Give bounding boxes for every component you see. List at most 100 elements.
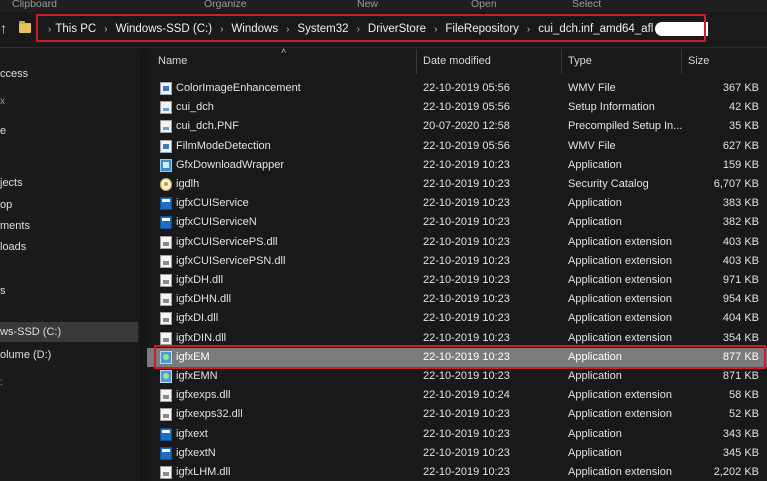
pnf-file-icon <box>160 120 172 134</box>
file-name: cui_dch <box>176 101 214 114</box>
nav-item[interactable]: ws-SSD (C:) <box>0 322 138 342</box>
column-header-size[interactable]: Size <box>682 49 767 74</box>
pane-splitter[interactable] <box>140 49 147 481</box>
address-highlight-box <box>36 14 706 42</box>
dll-file-icon <box>160 312 172 326</box>
dll-file-icon <box>160 235 172 249</box>
file-date: 22-10-2019 05:56 <box>423 139 510 152</box>
setup-info-icon <box>160 101 172 115</box>
file-name: igfxDHN.dll <box>176 293 232 306</box>
file-type: Precompiled Setup In... <box>568 120 683 133</box>
file-type: Application extension <box>568 293 672 306</box>
file-name: igfxLHM.dll <box>176 466 231 478</box>
nav-item[interactable]: op <box>0 195 138 215</box>
file-size: 343 KB <box>722 427 759 440</box>
table-row[interactable]: ColorImageEnhancement 22-10-2019 05:56 WMV… <box>147 79 767 98</box>
file-size: 367 KB <box>722 82 759 94</box>
table-row[interactable]: cui_dch.PNF 20-07-2020 12:58 Precompiled S… <box>147 117 767 136</box>
file-type: Application extension <box>568 389 672 402</box>
table-row[interactable]: igfxextN 22-10-2019 10:23 Application 345 K… <box>147 444 767 463</box>
file-name: GfxDownloadWrapper <box>176 158 285 171</box>
nav-item[interactable] <box>0 261 138 281</box>
file-name: cui_dch.PNF <box>176 120 239 133</box>
file-type: Application <box>568 427 622 440</box>
file-type: Application extension <box>568 254 672 267</box>
file-date: 20-07-2020 12:58 <box>423 120 510 133</box>
nav-item[interactable] <box>0 149 138 169</box>
table-row[interactable]: igfxexps.dll 22-10-2019 10:24 Application … <box>147 386 767 405</box>
dll-file-icon <box>160 254 172 268</box>
address-bar-dropdown-area[interactable] <box>708 17 767 41</box>
file-name: igfxEMN <box>176 370 218 382</box>
nav-item[interactable]: loads <box>0 237 138 257</box>
file-size: 403 KB <box>722 254 759 267</box>
file-name: igfxDI.dll <box>176 312 219 325</box>
file-type: Application extension <box>568 408 672 421</box>
table-row[interactable]: igfxLHM.dll 22-10-2019 10:23 Application e… <box>147 463 767 481</box>
file-name: igfxCUIServicePSN.dll <box>176 254 286 267</box>
file-type: Application extension <box>568 274 672 286</box>
table-row[interactable]: igfxDI.dll 22-10-2019 10:23 Application ex… <box>147 309 767 328</box>
file-type: Application <box>568 158 622 171</box>
column-header-date[interactable]: Date modified <box>417 49 562 74</box>
file-date: 22-10-2019 10:24 <box>423 389 510 402</box>
table-row[interactable]: igfxCUIServicePSN.dll 22-10-2019 10:23 App… <box>147 252 767 271</box>
nav-item[interactable]: ments <box>0 216 138 236</box>
table-row[interactable]: igfxDH.dll 22-10-2019 10:23 Application ex… <box>147 271 767 290</box>
file-size: 871 KB <box>722 370 759 382</box>
up-arrow-icon[interactable]: ↑ <box>0 20 12 36</box>
file-name: ColorImageEnhancement <box>176 82 301 94</box>
file-name: igfxCUIServiceN <box>176 216 257 229</box>
file-name: FilmModeDetection <box>176 139 271 152</box>
application-icon <box>160 216 172 230</box>
file-date: 22-10-2019 10:23 <box>423 312 510 325</box>
file-date: 22-10-2019 05:56 <box>423 101 510 114</box>
nav-item[interactable]: : <box>0 373 138 393</box>
dll-file-icon <box>160 293 172 307</box>
table-row[interactable]: igfxexps32.dll 22-10-2019 10:23 Applicatio… <box>147 405 767 424</box>
file-type: WMV File <box>568 139 616 152</box>
file-name: igfxexps.dll <box>176 389 231 402</box>
dll-file-icon <box>160 408 172 422</box>
dll-file-icon <box>160 466 172 479</box>
ribbon-group-new: New <box>357 0 379 10</box>
wmv-file-icon <box>160 139 172 153</box>
nav-item[interactable]: e <box>0 121 138 141</box>
table-row[interactable]: igfxext 22-10-2019 10:23 Application 343 KB <box>147 425 767 444</box>
file-type: Application <box>568 446 622 459</box>
table-row[interactable]: igfxCUIService 22-10-2019 10:23 Applicatio… <box>147 194 767 213</box>
table-row[interactable]: igfxEMN 22-10-2019 10:23 Application 871 KB <box>147 367 767 386</box>
navigation-pane: ccess x e jects op ments loads s ws-SSD (C:) olum… <box>0 49 140 481</box>
table-row[interactable]: igfxCUIServiceN 22-10-2019 10:23 Applicati… <box>147 213 767 232</box>
table-row[interactable]: cui_dch 22-10-2019 05:56 Setup Information… <box>147 98 767 117</box>
nav-item[interactable]: jects <box>0 173 138 193</box>
application-icon <box>160 197 172 211</box>
file-size: 954 KB <box>722 293 759 306</box>
file-date: 22-10-2019 10:23 <box>423 158 510 171</box>
table-row[interactable]: igfxCUIServicePS.dll 22-10-2019 10:23 Appl… <box>147 233 767 252</box>
graphics-app-icon <box>160 370 172 383</box>
ribbon-group-select: Select <box>572 0 602 10</box>
file-date: 22-10-2019 10:23 <box>423 178 510 190</box>
column-header-type[interactable]: Type <box>562 49 682 74</box>
table-row[interactable]: igdlh 22-10-2019 10:23 Security Catalog 6,7… <box>147 175 767 194</box>
file-type: Setup Information <box>568 101 655 114</box>
nav-item[interactable]: olume (D:) <box>0 345 138 365</box>
file-name: igfxext <box>176 427 208 440</box>
table-row[interactable]: igfxDHN.dll 22-10-2019 10:23 Application e… <box>147 290 767 309</box>
table-row[interactable]: FilmModeDetection 22-10-2019 05:56 WMV Fil… <box>147 137 767 156</box>
application-icon <box>160 446 172 460</box>
application-icon <box>160 427 172 441</box>
nav-item[interactable]: ccess <box>0 64 138 84</box>
nav-item[interactable]: s <box>0 281 138 301</box>
dll-file-icon <box>160 331 172 345</box>
file-date: 22-10-2019 10:23 <box>423 427 510 440</box>
file-date: 22-10-2019 10:23 <box>423 197 510 210</box>
file-size: 345 KB <box>722 446 759 459</box>
file-name: igfxCUIService <box>176 197 249 210</box>
table-row[interactable]: GfxDownloadWrapper 22-10-2019 10:23 Applic… <box>147 156 767 175</box>
column-header-name[interactable]: Name <box>147 49 417 74</box>
nav-item[interactable] <box>0 304 138 324</box>
file-type: WMV File <box>568 82 616 94</box>
nav-item[interactable]: x <box>0 92 138 112</box>
